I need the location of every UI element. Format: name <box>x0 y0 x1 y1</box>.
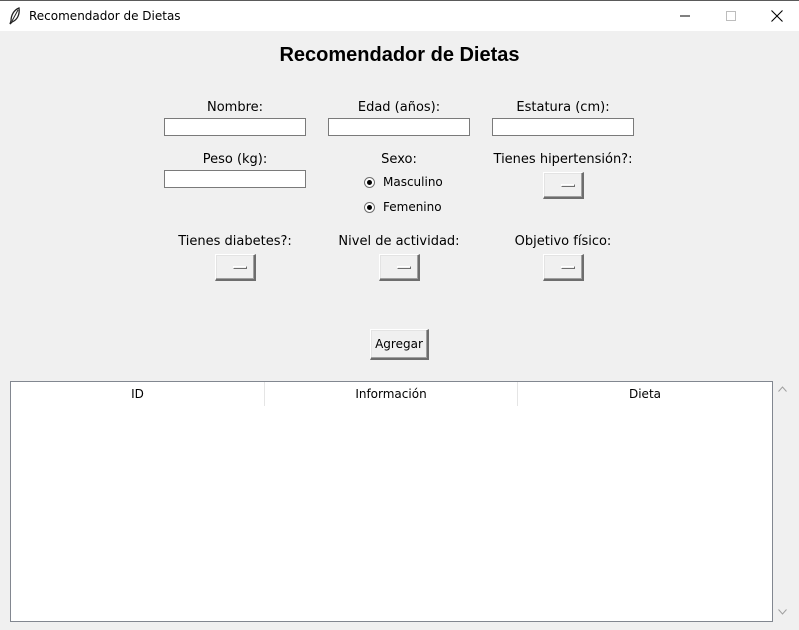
results-table[interactable]: ID Información Dieta <box>10 381 773 622</box>
column-header-dieta[interactable]: Dieta <box>518 382 772 406</box>
radio-masculino-label: Masculino <box>383 175 443 189</box>
dropdown-indicator-icon <box>397 266 411 269</box>
edad-label: Edad (años): <box>357 100 441 115</box>
radio-circle[interactable] <box>364 201 375 213</box>
estatura-label: Estatura (cm): <box>516 100 610 115</box>
radio-femenino[interactable]: Femenino <box>364 200 442 214</box>
actividad-label: Nivel de actividad: <box>338 234 460 249</box>
objetivo-label: Objetivo físico: <box>514 234 612 249</box>
radio-masculino[interactable]: Masculino <box>364 175 443 189</box>
sexo-label: Sexo: <box>381 152 417 167</box>
objetivo-dropdown[interactable] <box>543 254 584 281</box>
column-header-id[interactable]: ID <box>11 382 265 406</box>
window-title: Recomendador de Dietas <box>29 9 181 23</box>
dropdown-indicator-icon <box>561 266 575 269</box>
maximize-icon <box>726 11 736 21</box>
dropdown-indicator-icon <box>561 184 575 187</box>
close-icon <box>771 10 783 22</box>
scroll-up-icon[interactable] <box>778 386 787 392</box>
maximize-button[interactable] <box>708 1 754 31</box>
peso-label: Peso (kg): <box>202 152 268 167</box>
minimize-icon <box>680 15 690 17</box>
estatura-input[interactable] <box>492 118 634 136</box>
nombre-label: Nombre: <box>206 100 264 115</box>
nombre-input[interactable] <box>164 118 306 136</box>
diabetes-label: Tienes diabetes?: <box>178 234 292 249</box>
radio-circle[interactable] <box>364 176 375 188</box>
window-title-bar: Recomendador de Dietas <box>0 0 799 31</box>
add-button[interactable]: Agregar <box>370 329 429 360</box>
radio-femenino-label: Femenino <box>383 200 442 214</box>
feather-icon <box>9 7 21 25</box>
actividad-dropdown[interactable] <box>379 254 420 281</box>
scroll-down-icon[interactable] <box>778 609 787 615</box>
page-title: Recomendador de Dietas <box>279 44 520 66</box>
edad-input[interactable] <box>328 118 470 136</box>
hipertension-label: Tienes hipertensión?: <box>493 152 633 167</box>
hipertension-dropdown[interactable] <box>543 172 584 199</box>
close-button[interactable] <box>754 1 799 31</box>
table-scrollbar[interactable] <box>774 381 791 622</box>
table-header: ID Información Dieta <box>11 382 772 406</box>
diabetes-dropdown[interactable] <box>215 254 256 281</box>
column-header-informacion[interactable]: Información <box>265 382 518 406</box>
dropdown-indicator-icon <box>233 266 247 269</box>
minimize-button[interactable] <box>662 1 708 31</box>
peso-input[interactable] <box>164 170 306 188</box>
